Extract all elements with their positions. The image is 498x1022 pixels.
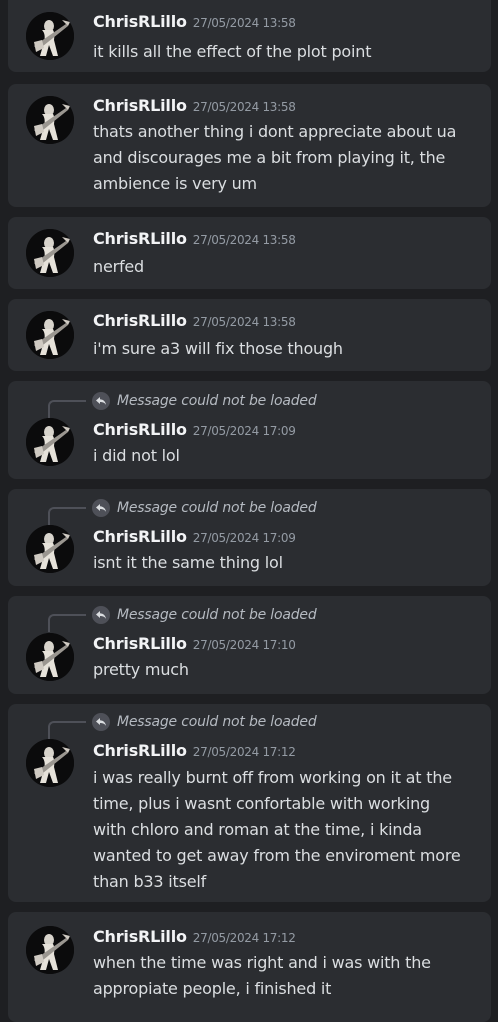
reply-preview-text[interactable]: Message could not be loaded bbox=[117, 498, 317, 518]
avatar[interactable] bbox=[26, 229, 74, 277]
reply-preview-text[interactable]: Message could not be loaded bbox=[117, 712, 317, 732]
timestamp[interactable]: 27/05/2024 13:58 bbox=[193, 315, 296, 329]
reply-icon bbox=[92, 606, 110, 624]
message-text: thats another thing i dont appreciate ab… bbox=[93, 122, 457, 193]
message-item[interactable]: Message could not be loaded ChrisRLillo 2… bbox=[8, 596, 491, 694]
reply-spine bbox=[48, 721, 86, 739]
author-name[interactable]: ChrisRLillo bbox=[93, 96, 187, 115]
timestamp[interactable]: 27/05/2024 17:09 bbox=[193, 531, 296, 545]
reply-reference[interactable]: Message could not be loaded bbox=[48, 712, 368, 739]
timestamp[interactable]: 27/05/2024 17:09 bbox=[193, 424, 296, 438]
message-text: i did not lol bbox=[93, 446, 180, 465]
reply-preview-text[interactable]: Message could not be loaded bbox=[117, 605, 317, 625]
timestamp[interactable]: 27/05/2024 17:12 bbox=[193, 931, 296, 945]
reply-reference[interactable]: Message could not be loaded bbox=[48, 498, 368, 525]
avatar[interactable] bbox=[26, 739, 74, 787]
reply-spine bbox=[48, 507, 86, 525]
message-text: i was really burnt off from working on i… bbox=[93, 768, 461, 891]
author-name[interactable]: ChrisRLillo bbox=[93, 927, 187, 946]
avatar[interactable] bbox=[26, 633, 74, 681]
avatar[interactable] bbox=[26, 525, 74, 573]
author-name[interactable]: ChrisRLillo bbox=[93, 12, 187, 31]
message-text: it kills all the effect of the plot poin… bbox=[93, 42, 372, 61]
reply-preview-text[interactable]: Message could not be loaded bbox=[117, 391, 317, 411]
avatar[interactable] bbox=[26, 418, 74, 466]
message-item[interactable]: ChrisRLillo 27/05/2024 17:12 when the tim… bbox=[8, 912, 491, 1022]
author-name[interactable]: ChrisRLillo bbox=[93, 420, 187, 439]
timestamp[interactable]: 27/05/2024 17:12 bbox=[193, 745, 296, 759]
author-name[interactable]: ChrisRLillo bbox=[93, 527, 187, 546]
author-name[interactable]: ChrisRLillo bbox=[93, 229, 187, 248]
avatar[interactable] bbox=[26, 311, 74, 359]
message-item[interactable]: ChrisRLillo 27/05/2024 13:58 thats anothe… bbox=[8, 84, 491, 207]
timestamp[interactable]: 27/05/2024 17:10 bbox=[193, 638, 296, 652]
author-name[interactable]: ChrisRLillo bbox=[93, 741, 187, 760]
reply-icon bbox=[92, 499, 110, 517]
message-item[interactable]: ChrisRLillo 27/05/2024 13:58 i'm sure a3 … bbox=[8, 299, 491, 371]
message-list[interactable]: ChrisRLillo 27/05/2024 13:58 it kills all… bbox=[0, 0, 498, 1022]
message-text: pretty much bbox=[93, 660, 189, 679]
author-name[interactable]: ChrisRLillo bbox=[93, 311, 187, 330]
reply-icon bbox=[92, 713, 110, 731]
reply-reference[interactable]: Message could not be loaded bbox=[48, 605, 368, 632]
reply-icon bbox=[92, 392, 110, 410]
message-item[interactable]: ChrisRLillo 27/05/2024 13:58 nerfed bbox=[8, 217, 491, 289]
reply-reference[interactable]: Message could not be loaded bbox=[48, 391, 368, 418]
message-text: isnt it the same thing lol bbox=[93, 553, 283, 572]
message-item[interactable]: Message could not be loaded ChrisRLillo 2… bbox=[8, 704, 491, 902]
message-text: when the time was right and i was with t… bbox=[93, 953, 431, 998]
reply-spine bbox=[48, 400, 86, 418]
message-item[interactable]: Message could not be loaded ChrisRLillo 2… bbox=[8, 489, 491, 586]
message-text: nerfed bbox=[93, 257, 144, 276]
avatar[interactable] bbox=[26, 96, 74, 144]
timestamp[interactable]: 27/05/2024 13:58 bbox=[193, 100, 296, 114]
timestamp[interactable]: 27/05/2024 13:58 bbox=[193, 233, 296, 247]
reply-spine bbox=[48, 614, 86, 632]
message-item[interactable]: ChrisRLillo 27/05/2024 13:58 it kills all… bbox=[8, 0, 491, 72]
avatar[interactable] bbox=[26, 926, 74, 974]
author-name[interactable]: ChrisRLillo bbox=[93, 634, 187, 653]
message-text: i'm sure a3 will fix those though bbox=[93, 339, 343, 358]
timestamp[interactable]: 27/05/2024 13:58 bbox=[193, 16, 296, 30]
message-item[interactable]: Message could not be loaded ChrisRLillo 2… bbox=[8, 381, 491, 479]
avatar[interactable] bbox=[26, 12, 74, 60]
